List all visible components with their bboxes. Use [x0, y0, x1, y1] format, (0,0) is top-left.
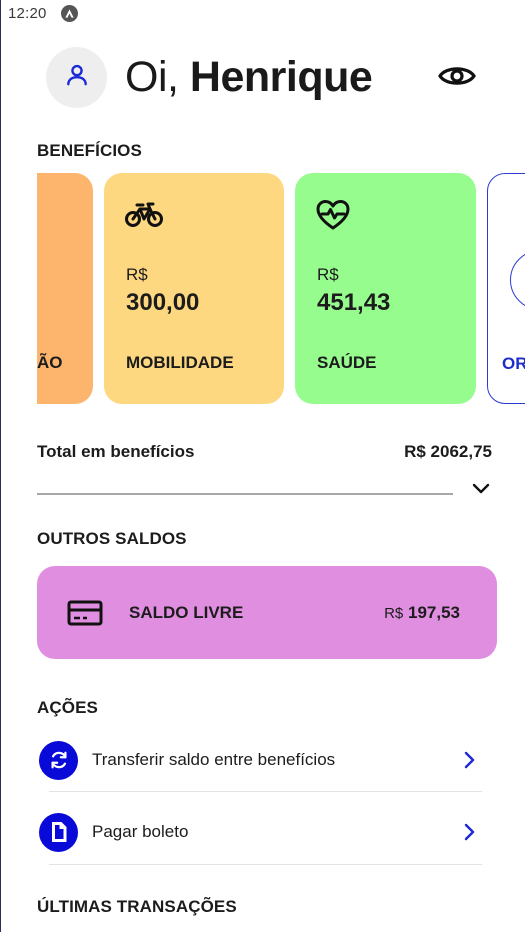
- benefit-currency: R$: [126, 265, 148, 284]
- greeting-text: Oi,: [125, 53, 190, 101]
- chevron-down-icon: [472, 482, 490, 500]
- action-divider: [49, 791, 482, 792]
- benefit-amount: 300,00: [126, 289, 200, 316]
- benefit-card-label: SAÚDE: [317, 353, 377, 372]
- expand-total-button[interactable]: [471, 482, 491, 500]
- status-bar: 12:20: [1, 0, 525, 26]
- heart-pulse-icon: [315, 199, 351, 236]
- credit-card-icon: [67, 599, 103, 627]
- chevron-right-icon: [462, 823, 476, 841]
- user-icon: [64, 62, 90, 93]
- action-transferir-saldo[interactable]: Transferir saldo entre benefícios: [39, 724, 484, 796]
- section-title-beneficios: BENEFÍCIOS: [37, 141, 142, 160]
- benefit-card-other[interactable]: OR: [487, 173, 525, 404]
- action-label: Pagar boleto: [92, 822, 189, 841]
- benefit-card-partial[interactable]: ÃO: [37, 173, 93, 404]
- action-divider: [49, 864, 482, 865]
- saldo-livre-value: R$ 197,53: [384, 603, 460, 623]
- action-pagar-boleto[interactable]: Pagar boleto: [39, 796, 484, 868]
- greeting-header: Oi, Henrique: [46, 47, 373, 108]
- status-time: 12:20: [8, 4, 47, 22]
- toggle-visibility-button[interactable]: [437, 63, 477, 93]
- benefits-carousel[interactable]: ÃO R$ 300,00 MOBILIDADE R$ 451,43 SAÚDE: [37, 173, 525, 405]
- document-icon: [39, 812, 78, 852]
- saldo-currency: R$: [384, 604, 404, 622]
- action-label: Transferir saldo entre benefícios: [92, 750, 336, 769]
- user-name: Henrique: [189, 53, 373, 101]
- section-title-acoes: AÇÕES: [37, 698, 98, 717]
- benefit-card-mobilidade[interactable]: R$ 300,00 MOBILIDADE: [104, 173, 284, 404]
- chevron-right-icon: [462, 751, 476, 769]
- benefit-card-label: ÃO: [37, 353, 63, 372]
- benefit-card-saude[interactable]: R$ 451,43 SAÚDE: [295, 173, 476, 404]
- sync-icon: [39, 740, 78, 780]
- divider: [37, 493, 453, 495]
- bicycle-icon: [124, 199, 164, 234]
- benefit-card-circle: [510, 250, 525, 310]
- section-title-outros-saldos: OUTROS SALDOS: [37, 529, 187, 548]
- saldo-livre-label: SALDO LIVRE: [129, 602, 244, 622]
- benefit-card-label: MOBILIDADE: [126, 353, 234, 372]
- benefit-card-label: OR: [502, 354, 525, 373]
- section-title-ultimas-transacoes: ÚLTIMAS TRANSAÇÕES: [37, 897, 237, 916]
- saldo-livre-card[interactable]: SALDO LIVRE R$ 197,53: [37, 566, 497, 659]
- total-beneficios-row: Total em benefícios R$ 2062,75: [37, 442, 492, 462]
- android-icon: [60, 4, 78, 22]
- benefit-amount: 451,43: [317, 289, 391, 316]
- page-title: Oi, Henrique: [125, 53, 373, 101]
- total-label: Total em benefícios: [37, 442, 195, 461]
- total-value: R$ 2062,75: [404, 442, 492, 461]
- benefit-currency: R$: [317, 265, 339, 284]
- saldo-amount: 197,53: [408, 602, 460, 622]
- avatar[interactable]: [46, 47, 107, 108]
- eye-icon: [438, 63, 476, 94]
